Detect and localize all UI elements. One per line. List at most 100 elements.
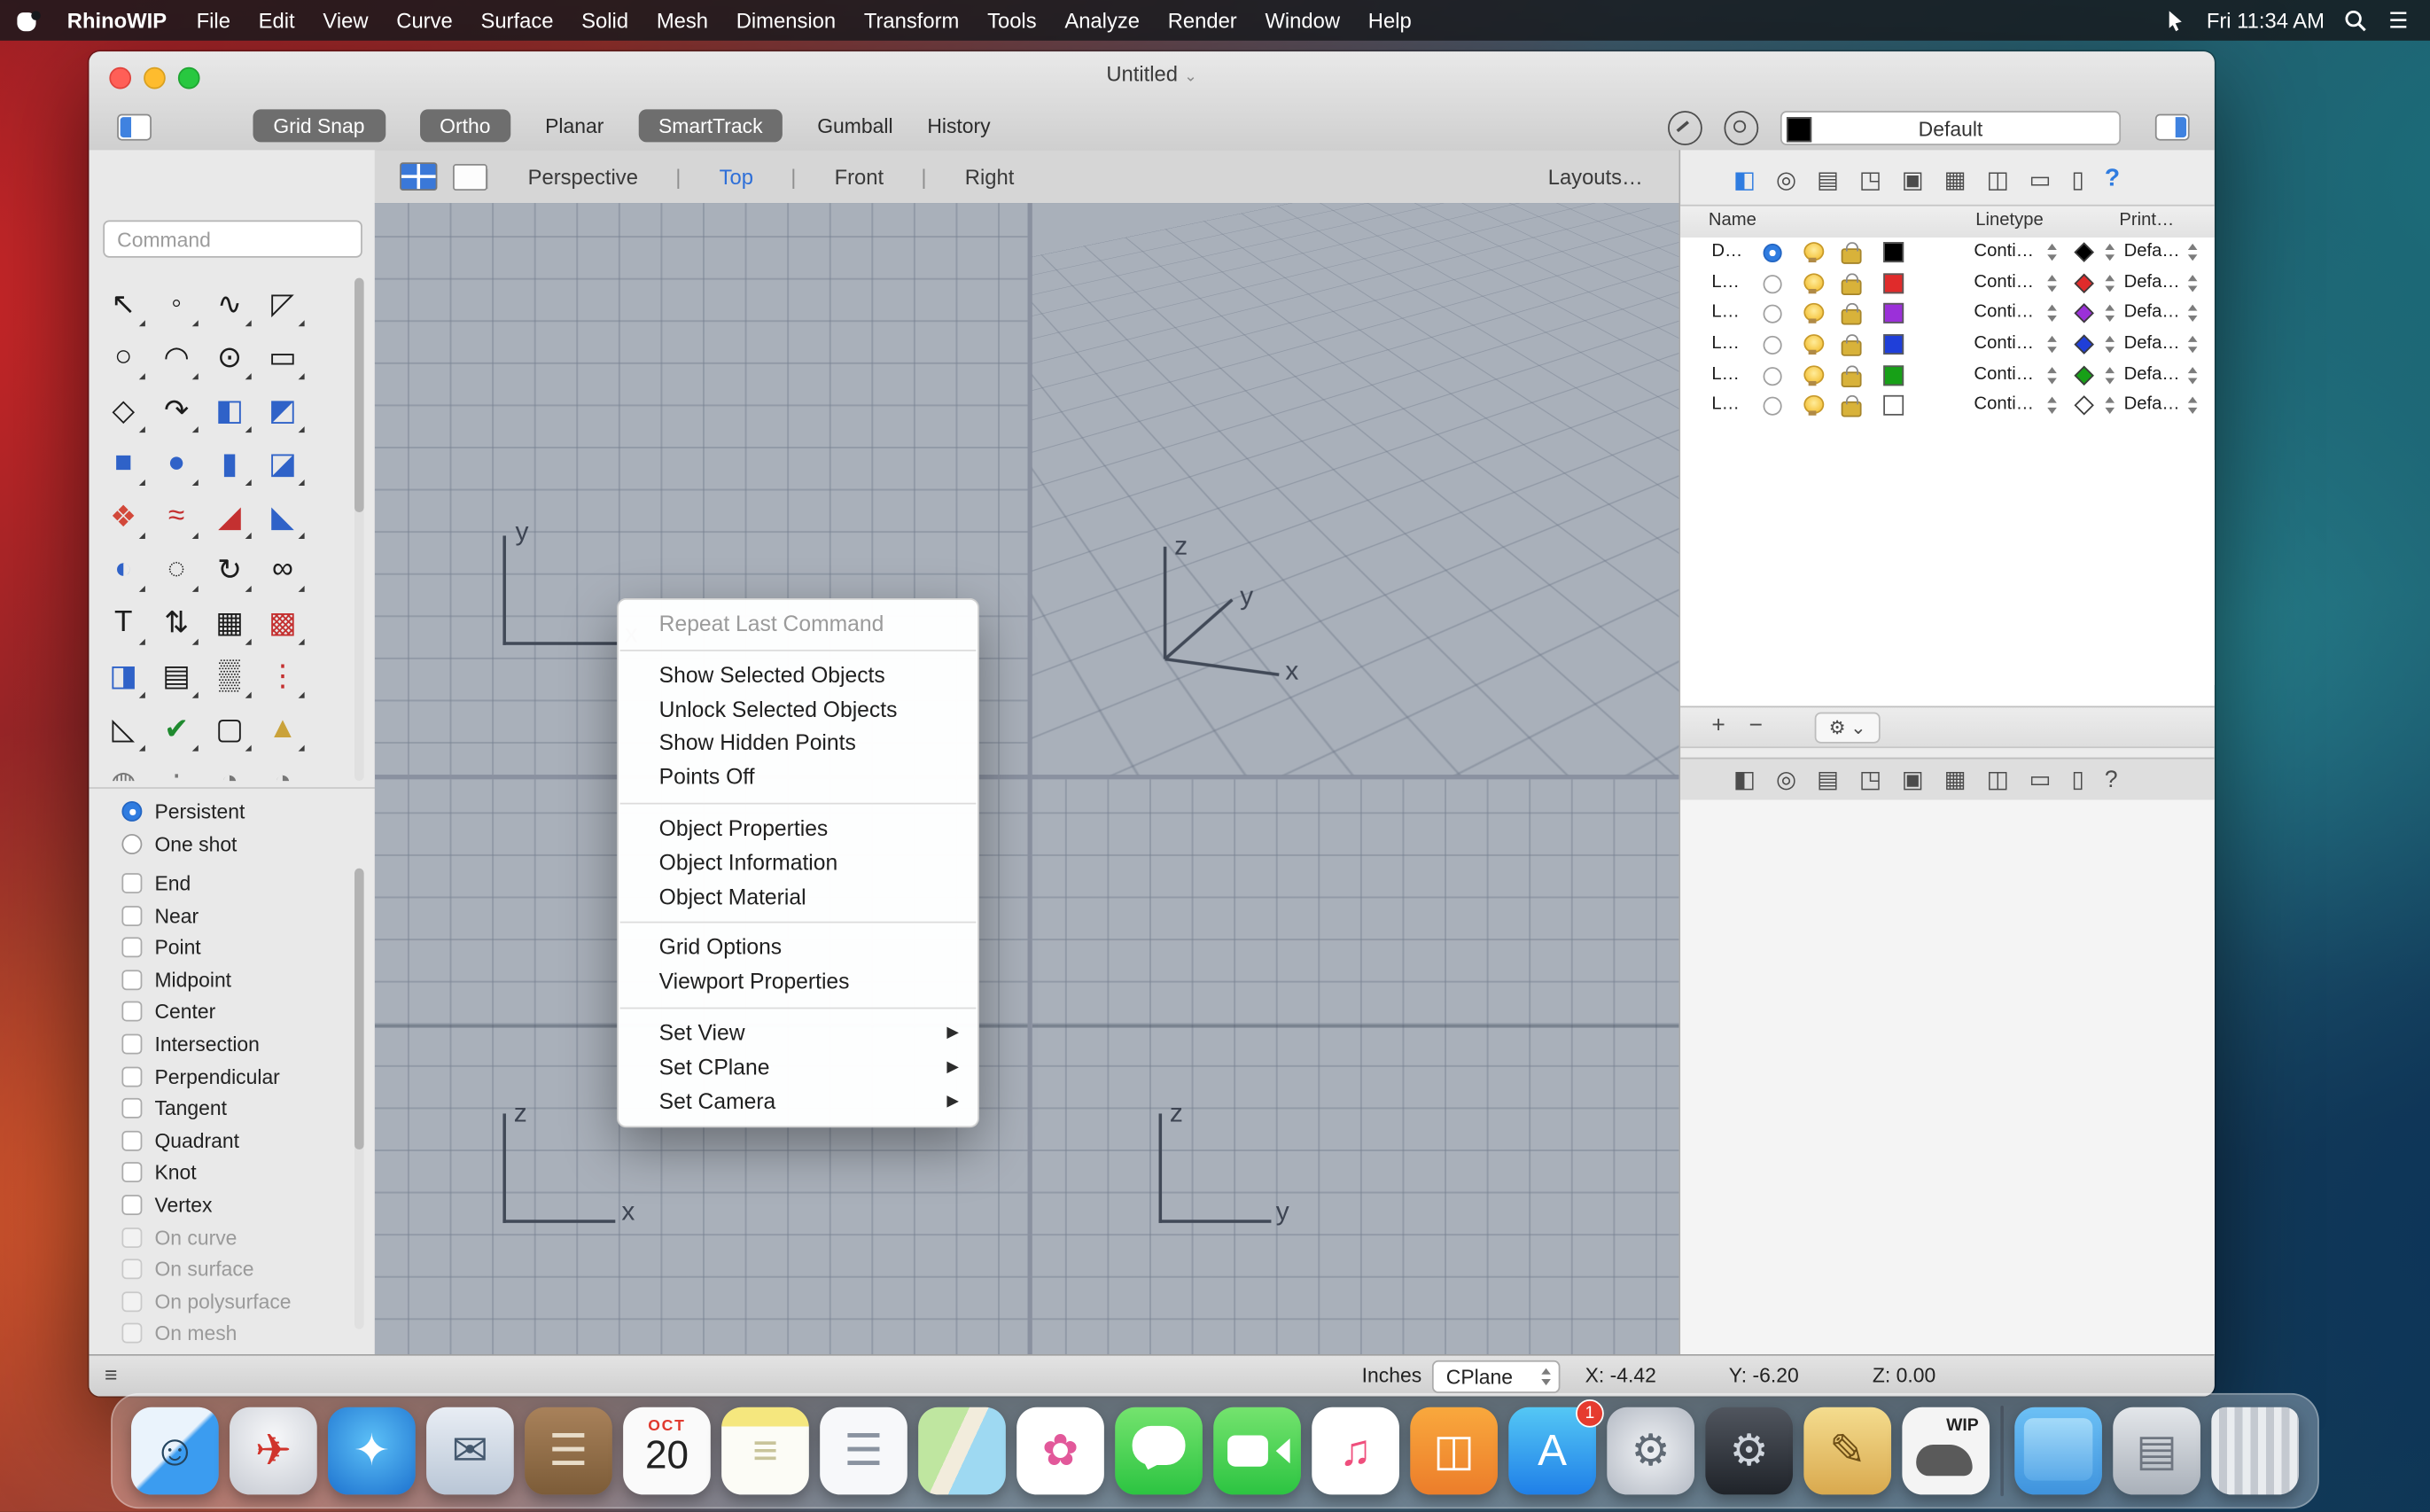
dock-music[interactable]: ♫ [1312,1407,1399,1495]
four-viewport-icon[interactable] [400,162,437,191]
layer-linetype[interactable]: Conti… [1974,273,2034,292]
material-stepper[interactable] [2104,396,2118,417]
dock-trash[interactable] [2211,1407,2299,1495]
osnap-mode-option[interactable]: Persistent [89,797,374,830]
layer-print-color[interactable]: Defa… [2124,242,2180,261]
right-sidebar-toggle-icon[interactable] [2155,114,2190,141]
osnap-option[interactable]: Point [89,932,353,964]
mode-toggle-button[interactable]: Gumball [817,114,892,137]
display-mode-icon[interactable]: ◎ [1776,168,1796,191]
dock-contacts[interactable]: ☰ [525,1407,612,1495]
osnap-mode-option[interactable]: One shot [89,830,374,862]
checkbox[interactable] [121,938,142,958]
checkbox[interactable] [121,1034,142,1055]
layer-color-swatch[interactable] [1883,365,1904,386]
layer-visibility-bulb-icon[interactable] [1803,334,1820,355]
menu-item[interactable]: Mesh [643,9,722,32]
menu-item[interactable]: Edit [245,9,309,32]
layer-row[interactable]: L… Conti… Defa… [1680,361,2215,392]
osnap-scrollbar[interactable] [354,869,364,1329]
left-sidebar-toggle-icon[interactable] [117,114,152,141]
osnap-option[interactable]: On curve [89,1222,353,1254]
osnap-option[interactable]: Vertex [89,1190,353,1222]
layer-color-swatch[interactable] [1883,242,1904,262]
context-menu-item[interactable]: Object Material [619,880,977,914]
plugin-tool[interactable]: ❖ [97,490,150,543]
linetype-stepper[interactable] [2045,242,2060,262]
layer-lock-icon[interactable] [1842,310,1862,326]
display-preset-select[interactable]: Default [1780,111,2121,145]
menu-item[interactable]: View [309,9,383,32]
context-menu-item[interactable]: Unlock Selected Objects [619,693,977,727]
dock-calendar[interactable]: OCT 20 [623,1407,711,1495]
surface-tool[interactable]: ◧ [203,385,256,438]
dock-utilities[interactable]: ⚙ [1705,1407,1793,1495]
layer-options-menu[interactable]: ⚙ ⌄ [1815,713,1881,744]
menu-item[interactable]: File [183,9,245,32]
layer-name[interactable]: L… [1711,304,1740,323]
apple-menu-icon[interactable] [16,8,39,33]
menu-item[interactable]: Tools [973,9,1050,32]
sphere-tool[interactable]: ● [150,437,203,490]
text-tool[interactable]: T [97,596,150,650]
dock-maps[interactable] [918,1407,1006,1495]
status-menu-icon[interactable]: ≡ [105,1362,117,1387]
command-input[interactable] [103,220,362,257]
menu-item[interactable]: Transform [850,9,973,32]
array-tool[interactable]: ▩ [256,596,309,650]
context-menu-item[interactable]: Points Off [619,761,977,795]
polygon-tool[interactable]: ◇ [97,385,150,438]
context-menu-item[interactable] [620,1008,977,1009]
checkbox[interactable] [121,1259,142,1280]
linetype-stepper[interactable] [2045,365,2060,386]
app-menu-title[interactable]: RhinoWIP [51,9,183,32]
monitor-icon[interactable]: ▯ [2071,768,2084,791]
points-onoff-tool[interactable]: ◌ [150,543,203,596]
dock-notes[interactable]: ≡ [721,1407,809,1495]
viewport-tab[interactable]: Perspective [487,165,679,188]
cplane-select[interactable]: CPlane [1432,1360,1561,1393]
helix-tool[interactable]: ∞ [256,543,309,596]
dock-messages[interactable] [1115,1407,1203,1495]
dock-rhino-wip[interactable]: WIP [1902,1407,1990,1495]
material-diamond-icon[interactable] [2074,273,2093,292]
column-header-print[interactable]: Print… [2119,211,2174,230]
cage-tool[interactable]: ▢ [203,703,256,756]
single-viewport-icon[interactable] [453,163,487,190]
viewport-tab[interactable]: Front [794,165,924,188]
checkbox[interactable] [121,1227,142,1247]
linetype-stepper[interactable] [2045,334,2060,355]
layer-lock-icon[interactable] [1842,248,1862,264]
column-header-name[interactable]: Name [1709,211,1756,230]
context-menu-item[interactable]: Show Hidden Points [619,727,977,760]
title-chevron-icon[interactable]: ⌄ [1184,69,1197,86]
dock-app-store[interactable]: A 1 [1508,1407,1596,1495]
layer-visibility-bulb-icon[interactable] [1803,396,1820,417]
osnap-option[interactable]: Perpendicular [89,1062,353,1094]
monitor-icon[interactable]: ▯ [2071,168,2084,191]
ellipse-tool[interactable]: ⊙ [203,331,256,385]
dock-applications-folder[interactable] [2014,1407,2102,1495]
linetype-stepper[interactable] [2045,396,2060,417]
units-readout[interactable]: Inches [1362,1363,1422,1386]
layer-name[interactable]: L… [1711,365,1740,384]
block-tool[interactable]: ▦ [203,596,256,650]
dock-books[interactable]: ◫ [1410,1407,1498,1495]
column-header-linetype[interactable]: Linetype [1975,211,2044,230]
checkbox[interactable] [121,1163,142,1183]
layer-print-color[interactable]: Defa… [2124,396,2180,415]
material-diamond-icon[interactable] [2074,365,2093,385]
osnap-option[interactable]: On polysurface [89,1287,353,1319]
menu-item[interactable]: Analyze [1050,9,1153,32]
dock-system-preferences[interactable]: ⚙ [1607,1407,1694,1495]
print-stepper[interactable] [2186,334,2200,355]
layer-visibility-bulb-icon[interactable] [1803,365,1820,386]
project-tool[interactable]: ◣ [256,490,309,543]
circle-tool[interactable]: ○ [97,331,150,385]
checkbox[interactable] [121,1291,142,1312]
dock-safari[interactable]: ✦ [328,1407,416,1495]
dock-divider[interactable] [2000,1406,2004,1496]
curve-edit-tool[interactable]: ↷ [150,385,203,438]
osnap-option[interactable]: On mesh [89,1319,353,1351]
point-tool[interactable]: ◦ [150,278,203,331]
